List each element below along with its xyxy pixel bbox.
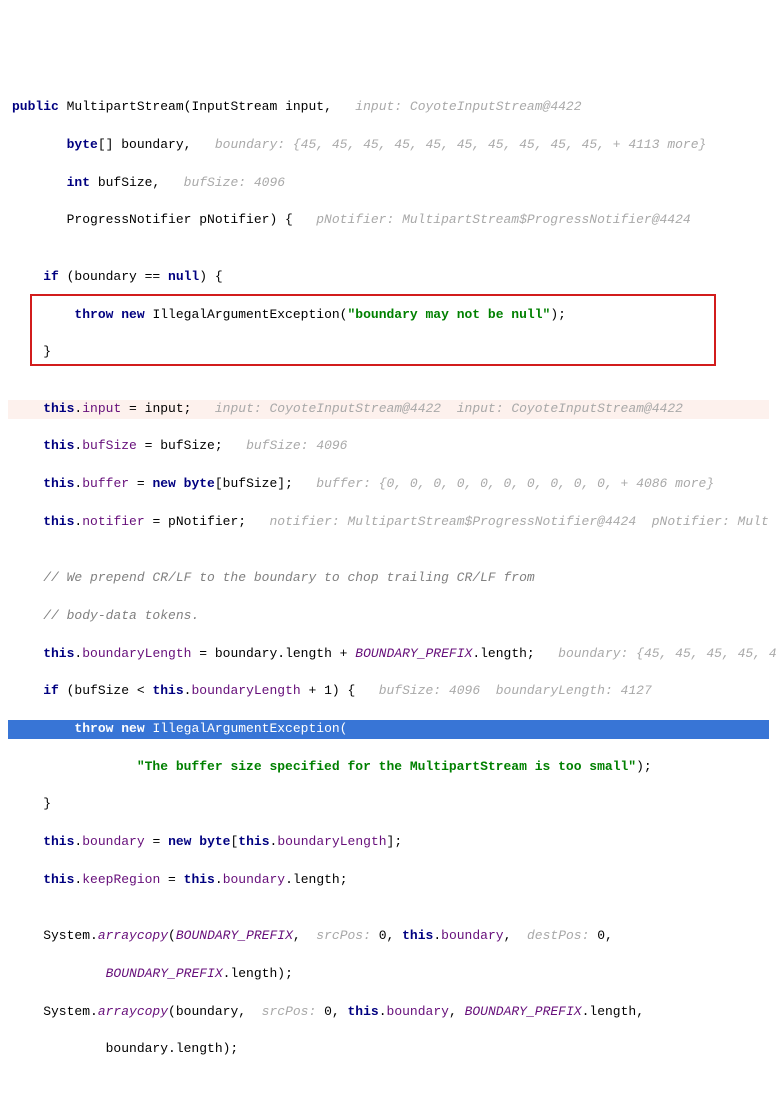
code-line: this.boundary = new byte[this.boundaryLe…	[8, 833, 769, 852]
debug-hint: pNotifier: MultipartStream$ProgressNotif…	[316, 212, 690, 227]
debug-hint: input: CoyoteInputStream@4422	[355, 99, 581, 114]
code-line: this.keepRegion = this.boundary.length;	[8, 871, 769, 890]
code-line: System.arraycopy(boundary, srcPos: 0, th…	[8, 1003, 769, 1022]
code-line-highlighted: throw new IllegalArgumentException(	[8, 720, 769, 739]
code-line: this.notifier = pNotifier; notifier: Mul…	[8, 513, 769, 532]
debug-hint: notifier: MultipartStream$ProgressNotifi…	[269, 514, 768, 529]
debug-hint: boundary: {45, 45, 45, 45, 45, 45, 45, 4…	[215, 137, 706, 152]
code-line: if (boundary == null) {	[8, 268, 769, 287]
code-line: byte[] boundary, boundary: {45, 45, 45, …	[8, 136, 769, 155]
code-line: boundary.length);	[8, 1040, 769, 1059]
debug-hint: boundary: {45, 45, 45, 45, 4	[558, 646, 776, 661]
debug-hint: bufSize: 4096 boundaryLength: 4127	[379, 683, 652, 698]
debug-hint: buffer: {0, 0, 0, 0, 0, 0, 0, 0, 0, 0, +…	[316, 476, 714, 491]
code-line: "The buffer size specified for the Multi…	[8, 758, 769, 777]
debug-hint: input: CoyoteInputStream@4422 input: Coy…	[215, 401, 683, 416]
code-line: this.bufSize = bufSize; bufSize: 4096	[8, 437, 769, 456]
code-line: public MultipartStream(InputStream input…	[8, 98, 769, 117]
code-line: int bufSize, bufSize: 4096	[8, 174, 769, 193]
code-line: BOUNDARY_PREFIX.length);	[8, 965, 769, 984]
debug-hint: bufSize: 4096	[184, 175, 285, 190]
code-line: // body-data tokens.	[8, 607, 769, 626]
code-line-changed: this.input = input; input: CoyoteInputSt…	[8, 400, 769, 419]
code-line: }	[8, 343, 769, 362]
code-line: this.buffer = new byte[bufSize]; buffer:…	[8, 475, 769, 494]
code-line: }	[8, 795, 769, 814]
code-line: // We prepend CR/LF to the boundary to c…	[8, 569, 769, 588]
code-line: throw new IllegalArgumentException("boun…	[8, 306, 769, 325]
code-editor[interactable]: public MultipartStream(InputStream input…	[8, 79, 769, 1094]
debug-hint: bufSize: 4096	[246, 438, 347, 453]
code-line: if (bufSize < this.boundaryLength + 1) {…	[8, 682, 769, 701]
code-line: this.boundaryLength = boundary.length + …	[8, 645, 769, 664]
code-line: System.arraycopy(BOUNDARY_PREFIX, srcPos…	[8, 927, 769, 946]
code-line: ProgressNotifier pNotifier) { pNotifier:…	[8, 211, 769, 230]
